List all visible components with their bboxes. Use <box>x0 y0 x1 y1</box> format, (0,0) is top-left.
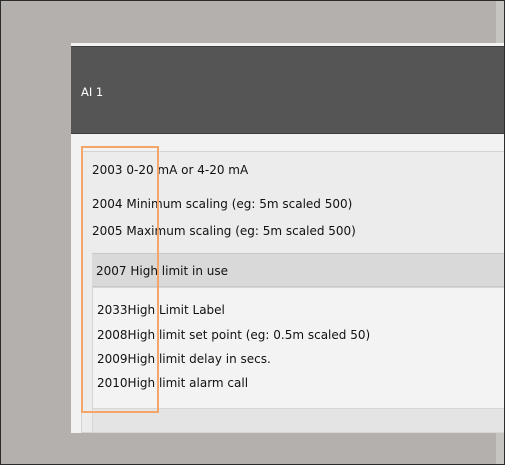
app-frame: AI 1 2003 0-20 mA or 4-20 mA 2004 Minimu… <box>0 0 505 465</box>
setting-label: Maximum scaling (eg: 5m scaled 500) <box>126 224 356 238</box>
panel-title: AI 1 <box>81 85 104 99</box>
setting-label: High limit set point (eg: 0.5m scaled 50… <box>127 328 371 342</box>
highlight-box <box>81 146 159 413</box>
setting-label: Minimum scaling (eg: 5m scaled 500) <box>126 197 353 211</box>
panel-header[interactable]: AI 1 <box>71 46 504 134</box>
